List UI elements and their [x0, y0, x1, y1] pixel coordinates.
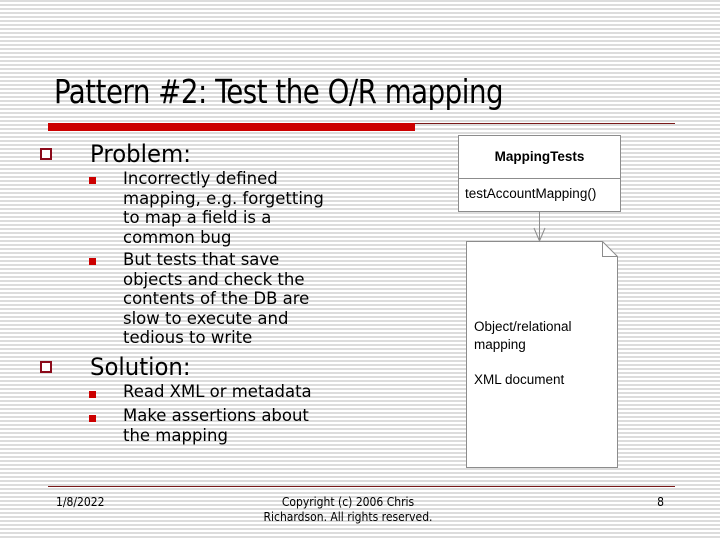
- document-label-xml: XML document: [474, 372, 565, 387]
- hollow-square-bullet-icon: [40, 148, 52, 160]
- uml-class-method: testAccountMapping(): [465, 186, 597, 201]
- problem-bullet-1: Incorrectly defined mapping, e.g. forget…: [123, 169, 324, 248]
- title-divider-line: [415, 123, 675, 124]
- section-heading-problem: Problem:: [90, 140, 191, 168]
- uml-class-name: MappingTests: [459, 136, 620, 179]
- solution-bullet-2: Make assertions about the mapping: [123, 406, 309, 446]
- filled-square-bullet-icon: [89, 258, 96, 265]
- footer-date: 1/8/2022: [56, 495, 105, 509]
- slide-page-number: 8: [657, 495, 664, 509]
- filled-square-bullet-icon: [89, 177, 96, 184]
- filled-square-bullet-icon: [89, 391, 96, 398]
- filled-square-bullet-icon: [89, 415, 96, 422]
- footer-divider-line: [48, 486, 675, 487]
- slide-title: Pattern #2: Test the O/R mapping: [54, 72, 504, 111]
- document-shape: [466, 241, 618, 468]
- problem-bullet-2: But tests that save objects and check th…: [123, 250, 310, 348]
- section-heading-solution: Solution:: [90, 353, 191, 381]
- document-label-or-mapping: Object/relational mapping: [474, 319, 572, 352]
- uml-class-box: MappingTests testAccountMapping(): [458, 135, 621, 212]
- arrow-head-icon: [533, 227, 546, 243]
- title-accent-bar: [48, 123, 415, 131]
- solution-bullet-1: Read XML or metadata: [123, 382, 312, 402]
- hollow-square-bullet-icon: [40, 361, 52, 373]
- footer-copyright: Copyright (c) 2006 Chris Richardson. All…: [263, 495, 433, 524]
- document-folded-corner: [602, 241, 618, 257]
